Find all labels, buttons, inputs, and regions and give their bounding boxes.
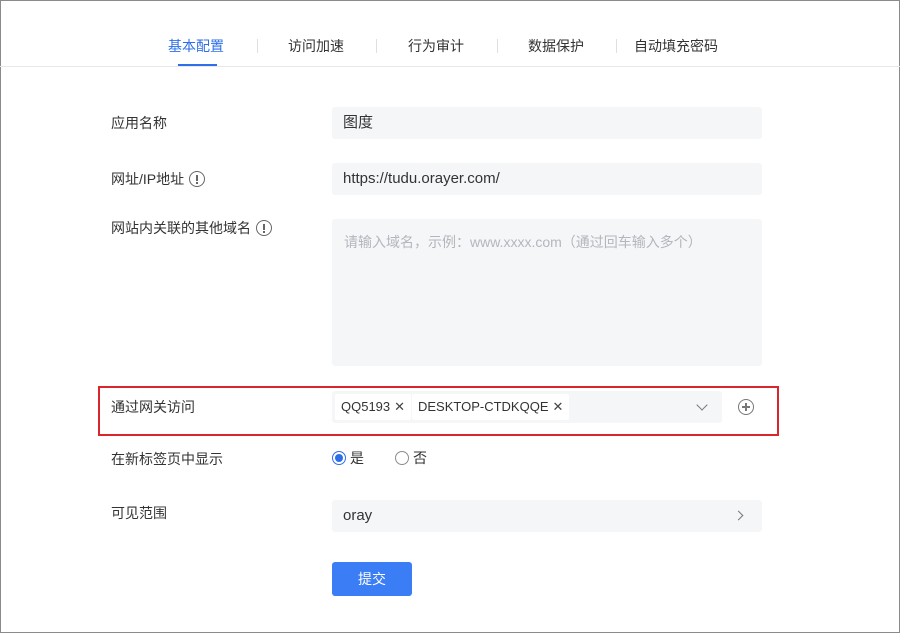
other-domains-label-text: 网站内关联的其他域名 <box>111 220 251 236</box>
visibility-selector[interactable]: oray <box>332 500 762 532</box>
radio-unchecked-icon[interactable] <box>395 451 409 465</box>
url-input[interactable]: https://tudu.orayer.com/ <box>332 163 762 195</box>
tab-separator <box>497 39 498 53</box>
tab-access-acceleration[interactable]: 访问加速 <box>288 36 344 56</box>
tab-bar: 基本配置 访问加速 行为审计 数据保护 自动填充密码 <box>0 0 900 67</box>
gateway-select[interactable]: QQ5193 ✕ DESKTOP-CTDKQQE ✕ <box>332 391 722 423</box>
info-circle-icon[interactable] <box>256 220 272 236</box>
tab-basic-config[interactable]: 基本配置 <box>168 36 224 56</box>
radio-yes[interactable]: 是 <box>332 448 364 468</box>
app-name-input[interactable]: 图度 <box>332 107 762 139</box>
gateway-label: 通过网关访问 <box>111 399 195 415</box>
radio-checked-icon[interactable] <box>332 451 346 465</box>
plus-circle-icon[interactable] <box>738 399 754 415</box>
gateway-tag-label: QQ5193 <box>341 399 391 414</box>
other-domains-textarea[interactable]: 请输入域名，示例：www.xxxx.com（通过回车输入多个） <box>332 219 762 366</box>
radio-no[interactable]: 否 <box>395 448 427 468</box>
chevron-down-icon[interactable] <box>696 399 708 411</box>
gateway-tag: DESKTOP-CTDKQQE ✕ <box>412 394 570 420</box>
other-domains-label: 网站内关联的其他域名 <box>111 218 272 238</box>
url-label-text: 网址/IP地址 <box>111 171 185 187</box>
gateway-tag: QQ5193 ✕ <box>335 394 412 420</box>
visibility-label: 可见范围 <box>111 505 167 521</box>
tab-separator <box>376 39 377 53</box>
tab-separator <box>616 39 617 53</box>
submit-button[interactable]: 提交 <box>332 562 412 596</box>
app-name-label: 应用名称 <box>111 115 167 131</box>
new-tab-label: 在新标签页中显示 <box>111 451 223 467</box>
tab-autofill-password[interactable]: 自动填充密码 <box>634 36 718 56</box>
url-label: 网址/IP地址 <box>111 169 206 189</box>
tab-separator <box>257 39 258 53</box>
info-circle-icon[interactable] <box>189 171 206 187</box>
close-icon[interactable]: ✕ <box>394 394 405 420</box>
tab-data-protection[interactable]: 数据保护 <box>528 36 584 56</box>
radio-no-label: 否 <box>413 450 427 466</box>
radio-yes-label: 是 <box>350 450 364 466</box>
gateway-tag-label: DESKTOP-CTDKQQE <box>418 399 549 414</box>
close-icon[interactable]: ✕ <box>553 394 564 420</box>
tab-behavior-audit[interactable]: 行为审计 <box>408 36 464 56</box>
active-tab-indicator <box>178 64 217 66</box>
